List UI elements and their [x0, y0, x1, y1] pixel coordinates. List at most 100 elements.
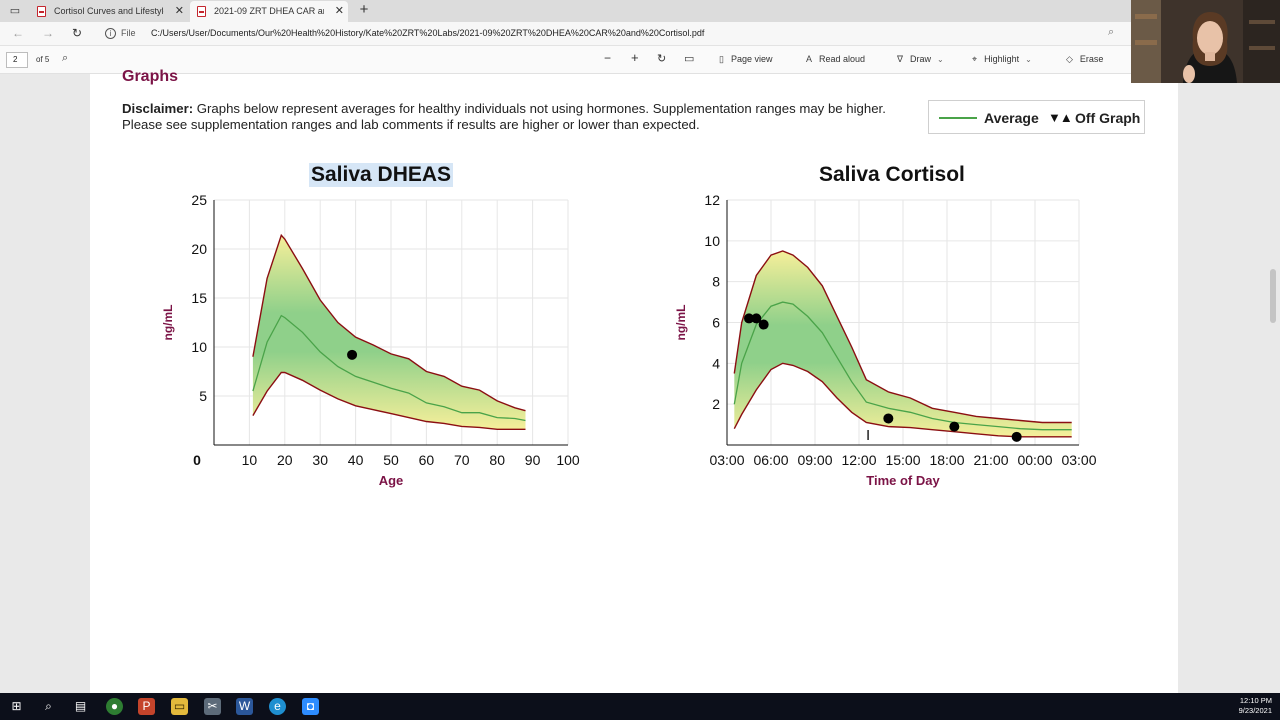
search-icon[interactable]: ⌕ — [40, 698, 57, 715]
patient-result-point — [347, 349, 358, 360]
x-tick-label: 03:00 — [709, 452, 744, 468]
window-menu-icon[interactable]: ▭ — [8, 4, 22, 18]
task-view-icon[interactable]: ▤ — [72, 698, 89, 715]
x-tick-label: 40 — [348, 452, 364, 468]
x-tick-label: 00:00 — [1017, 452, 1052, 468]
powerpoint-icon[interactable]: P — [138, 698, 155, 715]
pdf-toolbar: 2 of 5 ⌕ − + ↻ ▭ ▯ Page view A Read aloud … — [0, 46, 1280, 74]
x-tick-label: 03:00 — [1061, 452, 1096, 468]
close-tab-icon[interactable]: ✕ — [175, 1, 184, 21]
x-tick-label: 100 — [556, 452, 580, 468]
erase-label: Erase — [1079, 54, 1104, 64]
edge-icon[interactable]: e — [269, 698, 286, 715]
file-explorer-icon[interactable]: ▭ — [171, 698, 188, 715]
x-tick-label: 50 — [383, 452, 399, 468]
highlight-label: Highlight — [984, 54, 1020, 64]
x-tick-label: 10 — [242, 452, 258, 468]
address-bar: ← → ↻ i File C:/Users/User/Documents/Our… — [0, 22, 1280, 46]
pdf-viewer[interactable]: Graphs Disclaimer: Graphs below represen… — [0, 68, 1280, 693]
scrollbar-thumb[interactable] — [1270, 269, 1276, 323]
chrome-icon[interactable]: ● — [106, 698, 123, 715]
page-number-input[interactable]: 2 — [6, 52, 28, 68]
zoom-app-icon[interactable]: ◘ — [302, 698, 319, 715]
rotate-icon[interactable]: ↻ — [657, 52, 666, 65]
url-field[interactable]: C:/Users/User/Documents/Our%20Health%20H… — [151, 28, 704, 38]
chevron-down-icon[interactable]: ⌄ — [1025, 55, 1032, 64]
draw-icon: ∇ — [897, 54, 904, 64]
reference-range-band — [252, 235, 526, 430]
system-clock: 12:10 PM 9/23/2021 — [1239, 696, 1272, 716]
url-scheme: File — [121, 28, 136, 38]
patient-result-point — [1011, 431, 1022, 442]
highlight-button[interactable]: ⌖ Highlight ⌄ — [972, 54, 1032, 65]
x-tick-label: 20 — [277, 452, 293, 468]
pdf-page: Graphs Disclaimer: Graphs below represen… — [90, 68, 1178, 693]
page-view-icon: ▯ — [719, 54, 724, 64]
highlight-icon: ⌖ — [972, 54, 978, 64]
snipping-tool-icon[interactable]: ✂ — [204, 698, 221, 715]
tab-label: 2021-09 ZRT DHEA CAR and Cor — [214, 6, 324, 16]
x-tick-label: 09:00 — [797, 452, 832, 468]
word-icon[interactable]: W — [236, 698, 253, 715]
pdf-icon — [197, 6, 206, 17]
x-tick-label: 70 — [454, 452, 470, 468]
y-tick-label: 10 — [704, 233, 720, 249]
browser-tab-bar: ▭ Cortisol Curves and Lifestyle Sup ✕ 20… — [0, 0, 1280, 22]
clock-date: 9/23/2021 — [1238, 706, 1272, 715]
eraser-icon: ◇ — [1066, 54, 1073, 64]
charts-canvas: 5 10 15 20 25 0 10 20 30 40 50 60 70 80 90 100 Age ng/mL 2… — [161, 192, 1097, 488]
taskbar: ⊞ ⌕ ▤ ● P ▭ ✂ W e ◘ 12:10 PM 9/23/2021 — [0, 693, 1280, 720]
y-tick-label: 8 — [712, 274, 720, 290]
patient-result-point — [758, 319, 769, 330]
x-tick-label: 21:00 — [973, 452, 1008, 468]
y-tick-label: 12 — [704, 192, 720, 208]
forward-icon[interactable]: → — [42, 26, 54, 40]
zoom-out-icon[interactable]: − — [604, 51, 611, 65]
y-tick-label: 6 — [712, 315, 720, 331]
info-icon[interactable]: i — [105, 28, 116, 39]
read-aloud-button[interactable]: A Read aloud — [806, 54, 865, 64]
zoom-icon[interactable]: ⌕ — [1108, 26, 1114, 39]
new-tab-button[interactable]: + — [355, 1, 373, 21]
x-tick-label: 0 — [193, 452, 201, 468]
page-count: of 5 — [36, 55, 50, 64]
draw-button[interactable]: ∇ Draw ⌄ — [897, 54, 944, 65]
x-tick-label: 30 — [312, 452, 328, 468]
y-tick-label: 15 — [191, 290, 207, 306]
page-view-label: Page view — [730, 54, 773, 64]
pdf-icon — [37, 6, 46, 17]
fit-page-icon[interactable]: ▭ — [684, 52, 694, 65]
read-aloud-icon: A — [806, 54, 813, 64]
webcam-overlay — [1131, 0, 1280, 83]
y-tick-label: 4 — [712, 355, 720, 371]
page-view-button[interactable]: ▯ Page view — [719, 54, 772, 65]
y-tick-label: 5 — [199, 388, 207, 404]
y-axis-title: ng/mL — [674, 305, 688, 341]
x-tick-label: 80 — [489, 452, 505, 468]
refresh-icon[interactable]: ↻ — [72, 26, 82, 40]
patient-result-point — [949, 421, 960, 432]
x-axis-title: Time of Day — [866, 473, 940, 488]
text-cursor-icon: I — [866, 427, 871, 444]
y-tick-label: 25 — [191, 192, 207, 208]
chevron-down-icon[interactable]: ⌄ — [937, 55, 944, 64]
x-tick-label: 12:00 — [841, 452, 876, 468]
start-icon[interactable]: ⊞ — [8, 698, 25, 715]
draw-label: Draw — [910, 54, 932, 64]
tab-zrt-report[interactable]: 2021-09 ZRT DHEA CAR and Cor ✕ — [190, 1, 348, 22]
tab-cortisol-curves[interactable]: Cortisol Curves and Lifestyle Sup ✕ — [30, 1, 188, 22]
zoom-in-icon[interactable]: + — [631, 50, 639, 65]
search-icon[interactable]: ⌕ — [62, 52, 68, 65]
erase-button[interactable]: ◇ Erase — [1066, 54, 1103, 65]
back-icon[interactable]: ← — [12, 26, 24, 40]
clock-time: 12:10 PM — [1239, 696, 1272, 705]
y-tick-label: 10 — [191, 339, 207, 355]
y-tick-label: 2 — [712, 396, 720, 412]
x-tick-label: 18:00 — [929, 452, 964, 468]
close-tab-icon[interactable]: ✕ — [335, 1, 344, 21]
x-tick-label: 90 — [525, 452, 541, 468]
y-tick-label: 20 — [191, 241, 207, 257]
presenter-video — [1131, 0, 1280, 83]
tab-label: Cortisol Curves and Lifestyle Sup — [54, 6, 164, 16]
x-tick-label: 60 — [419, 452, 435, 468]
